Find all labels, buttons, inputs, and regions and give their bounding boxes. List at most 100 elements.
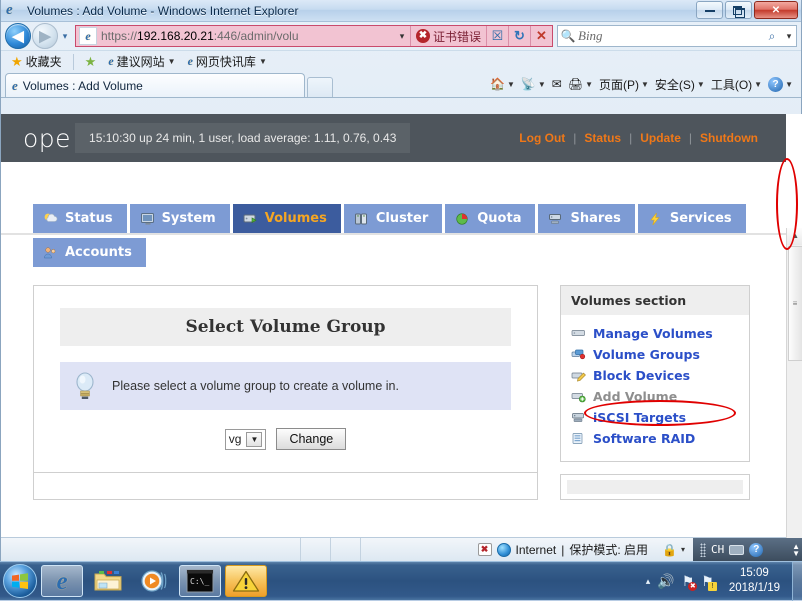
refresh-icon[interactable]: ↻ [508,26,530,46]
page-title: Select Volume Group [60,308,511,346]
nav-tab-label: Accounts [65,245,132,260]
favorites-center-button[interactable]: ★ 收藏夹 [7,52,66,71]
sidebar-item-add-volume[interactable]: Add Volume [571,386,749,407]
action-center-icon[interactable]: ⚑ ! [701,573,717,591]
nav-tab-cluster[interactable]: Cluster [343,204,443,233]
close-button[interactable]: ✕ [754,1,798,19]
header-link-status[interactable]: Status [576,131,629,145]
taskbar-internet-explorer[interactable]: e [41,565,83,597]
browser-tab-volumes-add-volume[interactable]: e Volumes : Add Volume [5,73,305,97]
header-links: Log Out | Status | Update | Shutdown [511,131,786,145]
certificate-error-button[interactable]: ✖ 证书错误 [409,26,486,46]
recent-pages-dropdown-icon[interactable]: ▾ [58,31,72,42]
sidebar-item-iscsi-targets[interactable]: iSCSI Targets [571,407,749,428]
scroll-up-button[interactable]: ▲ [787,228,802,245]
home-icon[interactable]: 🏠 ▼ [488,77,517,91]
maximize-button[interactable] [725,1,752,19]
volume-group-select[interactable]: vg ▼ [224,428,267,450]
nav-tab-shares[interactable]: Shares [538,204,635,233]
volume-icon[interactable]: 🔊 [657,573,674,590]
compatibility-view-icon[interactable]: ☒ [486,26,508,46]
iscsi-icon [572,413,584,422]
show-desktop-button[interactable] [792,561,802,601]
sidebar-item-block-devices[interactable]: Block Devices [571,365,749,386]
search-icon: 🔍 [560,29,576,43]
safety-menu[interactable]: 安全(S) ▼ [653,76,707,93]
tools-menu[interactable]: 工具(O) ▼ [709,76,764,93]
mail-icon[interactable]: ✉ [550,77,564,91]
clock-date: 2018/1/19 [728,582,780,594]
bolt-icon [650,212,660,225]
warning-icon [232,570,260,592]
header-link-log-out[interactable]: Log Out [511,131,573,145]
taskbar-media-player[interactable] [133,565,175,597]
chevron-down-icon[interactable]: ▼ [259,57,267,66]
command-prompt-icon: C:\_ [186,569,214,593]
search-provider-dropdown-icon[interactable]: ▾ [782,31,796,42]
address-input[interactable]: https://192.168.20.21:446/admin/volu [99,29,394,43]
search-input[interactable]: Bing [578,28,762,44]
search-go-icon[interactable]: ⌕ [762,29,782,44]
feeds-icon[interactable]: 📡 ▼ [519,77,548,91]
language-bar[interactable]: CH ? ▲ ▼ [693,537,802,562]
minimize-button[interactable] [696,1,723,19]
taskbar-command-prompt[interactable]: C:\_ [179,565,221,597]
internet-zone-icon [496,542,511,557]
nav-tab-status[interactable]: Status [33,204,127,233]
keyboard-icon[interactable] [729,544,745,555]
status-seg [331,537,361,562]
page-menu[interactable]: 页面(P) ▼ [597,76,651,93]
nav-tab-services[interactable]: Services [637,204,746,233]
nav-tab-quota[interactable]: Quota [445,204,536,233]
chevron-down-icon[interactable]: ▼ [168,57,176,66]
sidebar-list: Manage Volumes Volume Groups Block Devic… [561,315,749,449]
status-seg [301,537,331,562]
chevron-down-icon[interactable]: ▾ [681,545,685,554]
blocked-icon: ✖ [477,543,492,556]
new-tab-button[interactable] [307,77,333,97]
cluster-icon [354,213,367,224]
openfiler-nav: Status System Volumes Cluster Quota Shar… [1,162,786,267]
taskbar-warning-dialog[interactable] [225,565,267,597]
nav-tab-volumes[interactable]: Volumes [232,204,341,233]
favorites-item-web-slice-gallery[interactable]: e 网页快讯库 ▼ [184,52,271,71]
language-bar-menu-icon[interactable]: ▲ ▼ [792,542,802,557]
nav-tab-system[interactable]: System [129,204,230,233]
security-zone-indicator[interactable]: ✖ Internet | 保护模式: 启用 [470,541,657,558]
input-language-label[interactable]: CH [711,543,724,556]
sidebar-item-volume-groups[interactable]: Volume Groups [571,344,749,365]
header-link-update[interactable]: Update [632,131,689,145]
vertical-scroll-thumb[interactable]: ≡ [788,246,802,361]
print-icon[interactable]: 🖨 ▼ [566,77,595,91]
add-to-favorites-bar-button[interactable]: ★ [81,53,101,71]
search-box[interactable]: 🔍 Bing ⌕ ▾ [557,25,797,47]
taskbar-clock[interactable]: 15:09 2018/1/19 [721,566,788,596]
help-icon[interactable]: ? [749,542,764,557]
nav-tab-accounts[interactable]: Accounts [33,238,146,267]
sidebar-item-software-raid[interactable]: Software RAID [571,428,749,449]
help-menu[interactable]: ? ▼ [766,76,795,92]
chevron-down-icon[interactable]: ▼ [246,431,263,447]
sidebar-item-manage-volumes[interactable]: Manage Volumes [571,323,749,344]
stop-icon[interactable]: ✕ [530,26,552,46]
forward-button[interactable]: ▶ [32,23,58,49]
start-button[interactable] [3,564,37,598]
show-hidden-icons-button[interactable]: ▴ [646,576,651,587]
favorites-item-suggested-sites[interactable]: e 建议网站 ▼ [104,52,179,71]
sidebar-item-label: Manage Volumes [593,326,713,341]
weather-icon [44,213,58,222]
page-vertical-scrollbar[interactable]: ▲ ≡ ▼ [786,228,802,538]
back-button[interactable]: ◀ [5,23,31,49]
taskbar-windows-explorer[interactable] [87,565,129,597]
network-icon[interactable]: ⚑ ✖ [682,573,698,591]
sidebar-item-label: iSCSI Targets [593,410,687,425]
address-bar[interactable]: e https://192.168.20.21:446/admin/volu ▾… [75,25,553,47]
openfiler-content: Select Volume Group Please select a volu… [1,267,786,500]
change-button[interactable]: Change [276,428,347,450]
address-dropdown-icon[interactable]: ▾ [394,31,410,42]
pie-icon [456,212,468,225]
zoom-level-control[interactable]: 🔒 ▾ [656,543,691,557]
drag-handle-icon[interactable] [700,542,706,557]
sidebar-secondary-panel [560,474,750,500]
header-link-shutdown[interactable]: Shutdown [692,131,766,145]
